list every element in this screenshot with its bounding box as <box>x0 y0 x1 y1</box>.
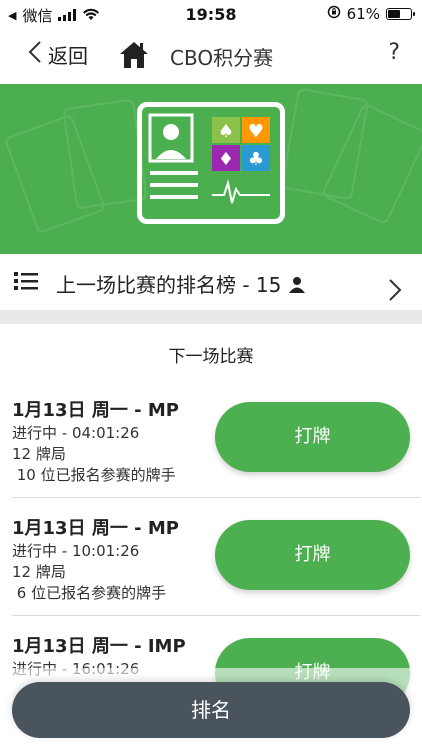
page-title: CBO积分赛 <box>170 46 274 70</box>
nav-bar: 返回 CBO积分赛 ? <box>0 28 422 84</box>
back-button[interactable]: 返回 <box>28 40 88 69</box>
match-players: 6 位已报名参赛的牌手 <box>12 584 167 602</box>
match-status: 进行中 - 10:01:26 <box>12 542 140 560</box>
previous-leaderboard-row[interactable]: 上一场比赛的排名榜 - 15 <box>0 254 422 311</box>
rotation-lock-icon <box>327 5 341 23</box>
banner: ♠ ♥ ♦ ♣ <box>0 84 422 254</box>
battery-icon <box>386 8 415 20</box>
match-name: 1月13日 周一 - IMP <box>12 636 186 657</box>
player-card-icon: ♠ ♥ ♦ ♣ <box>137 102 285 224</box>
svg-text:♦: ♦ <box>218 149 234 170</box>
person-icon <box>281 273 305 297</box>
match-name: 1月13日 周一 - MP <box>12 400 179 421</box>
next-match-title: 下一场比赛 <box>168 347 254 367</box>
battery-percent: 61% <box>346 5 380 23</box>
match-boards: 12 牌局 <box>12 445 66 463</box>
svg-text:♠: ♠ <box>218 121 234 142</box>
home-icon <box>118 42 150 74</box>
match-name: 1月13日 周一 - MP <box>12 518 179 539</box>
play-button[interactable]: 打牌 <box>215 402 410 472</box>
divider <box>12 497 420 498</box>
svg-text:♥: ♥ <box>248 121 264 142</box>
match-players: 10 位已报名参赛的牌手 <box>12 466 176 484</box>
ranking-button[interactable]: 排名 <box>12 682 410 738</box>
status-bar: ◀ 微信 19:58 61% <box>0 0 422 28</box>
match-boards: 12 牌局 <box>12 563 66 581</box>
list-icon <box>14 270 38 296</box>
match-status: 进行中 - 04:01:26 <box>12 424 140 442</box>
chevron-right-icon <box>388 278 402 306</box>
status-right: 61% <box>327 5 415 23</box>
leaderboard-label: 上一场比赛的排名榜 - 15 <box>56 269 306 298</box>
chevron-left-icon <box>28 40 42 69</box>
section-separator <box>0 310 422 324</box>
home-button[interactable] <box>118 40 150 74</box>
help-button[interactable]: ? <box>388 40 400 65</box>
play-button[interactable]: 打牌 <box>215 520 410 590</box>
back-label: 返回 <box>48 44 88 68</box>
svg-text:♣: ♣ <box>248 149 264 170</box>
divider <box>12 615 420 616</box>
